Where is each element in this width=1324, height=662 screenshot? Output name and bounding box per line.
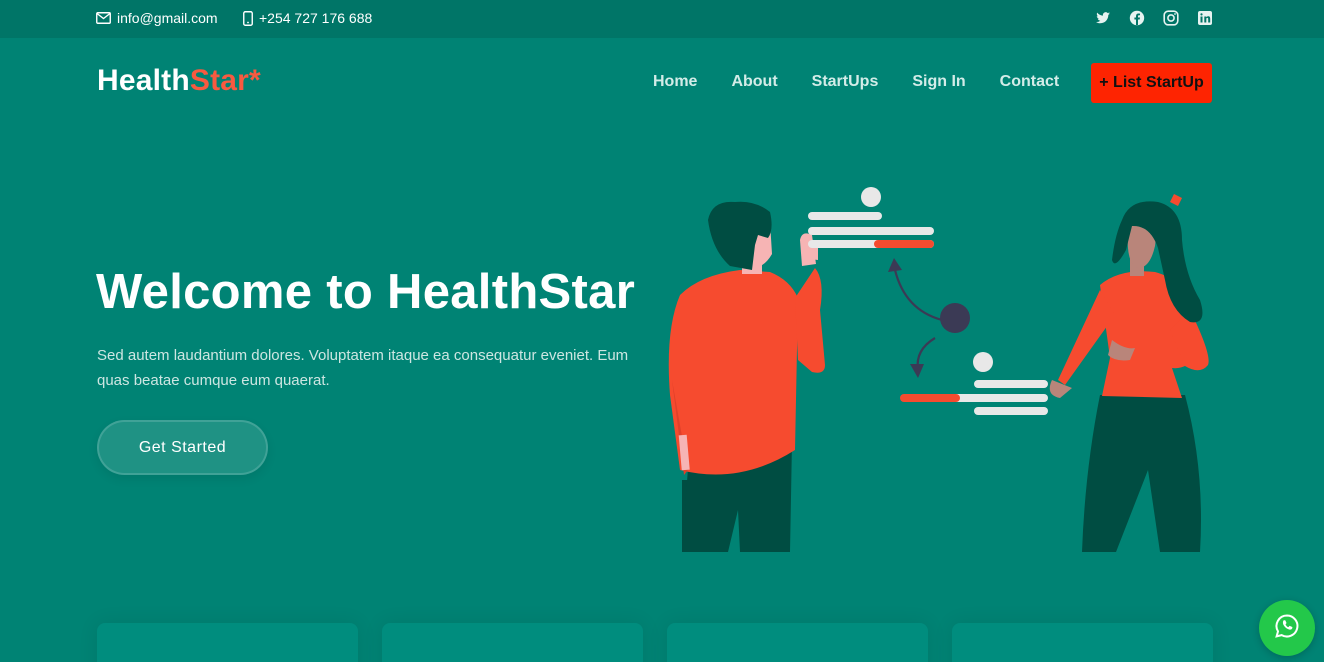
feature-card[interactable]	[97, 623, 358, 662]
email-contact[interactable]: info@gmail.com	[96, 10, 218, 26]
social-links	[1095, 10, 1213, 26]
feature-card[interactable]	[382, 623, 643, 662]
woman-figure	[1049, 194, 1209, 552]
hero-title: Welcome to HealthStar	[96, 265, 636, 319]
top-bar: info@gmail.com +254 727 176 688	[0, 0, 1324, 38]
envelope-icon	[96, 12, 111, 24]
exchange-arrows	[893, 269, 943, 371]
man-figure	[668, 201, 825, 552]
main-nav: Home About StartUps Sign In Contact	[653, 73, 1093, 91]
logo-accent: Star*	[189, 64, 261, 97]
twitter-icon[interactable]	[1095, 10, 1111, 26]
feature-card[interactable]	[667, 623, 928, 662]
exchange-node	[940, 303, 970, 333]
nav-about[interactable]: About	[731, 73, 777, 91]
nav-startups[interactable]: StartUps	[812, 73, 879, 91]
feature-card[interactable]	[952, 623, 1213, 662]
list-startup-button[interactable]: + List StartUp	[1091, 63, 1212, 103]
logo-main: Health	[97, 64, 190, 97]
nav-home[interactable]: Home	[653, 73, 697, 91]
nav-sign-in[interactable]: Sign In	[912, 73, 965, 91]
hero-illustration	[668, 187, 1209, 552]
brand-logo[interactable]: HealthStar*	[97, 64, 261, 98]
linkedin-icon[interactable]	[1197, 10, 1213, 26]
email-text: info@gmail.com	[117, 10, 218, 26]
phone-contact[interactable]: +254 727 176 688	[243, 10, 372, 26]
phone-text: +254 727 176 688	[259, 10, 373, 26]
facebook-icon[interactable]	[1129, 10, 1145, 26]
get-started-button[interactable]: Get Started	[97, 420, 268, 475]
lower-card	[900, 352, 1048, 415]
hero-description: Sed autem laudantium dolores. Voluptatem…	[97, 347, 629, 389]
instagram-icon[interactable]	[1163, 10, 1179, 26]
whatsapp-icon	[1274, 613, 1300, 644]
upper-card	[808, 187, 934, 248]
whatsapp-button[interactable]	[1259, 600, 1315, 656]
nav-contact[interactable]: Contact	[1000, 73, 1060, 91]
phone-icon	[243, 10, 253, 26]
